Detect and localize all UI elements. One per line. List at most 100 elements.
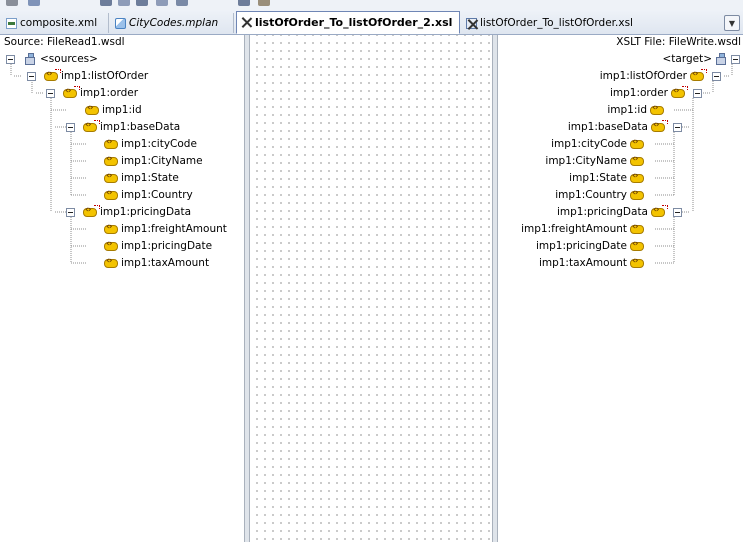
tree-node-pricingdata[interactable]: imp1:pricingData bbox=[554, 204, 682, 220]
source-tree-panel[interactable]: <sources> imp1:listOfOrder imp1:order im… bbox=[0, 50, 244, 542]
element-icon bbox=[630, 256, 644, 268]
tree-node-pricingdata[interactable]: imp1:pricingData bbox=[66, 204, 194, 220]
xsl-map-icon bbox=[241, 17, 252, 28]
tree-node-citycode[interactable]: imp1:cityCode bbox=[548, 136, 644, 152]
tab-label: listOfOrder_To_listOfOrder.xsl bbox=[480, 17, 633, 29]
tree-node-id[interactable]: imp1:id bbox=[604, 102, 664, 118]
tree-node-label: imp1:CityName bbox=[121, 155, 203, 167]
collapse-toggle[interactable] bbox=[66, 122, 75, 132]
editor-tab-bar: composite.xml CityCodes.mplan listOfOrde… bbox=[0, 10, 743, 35]
tree-node-taxamount[interactable]: imp1:taxAmount bbox=[104, 255, 212, 271]
element-icon bbox=[104, 239, 118, 251]
collapse-toggle[interactable] bbox=[66, 207, 75, 217]
tree-node-freightamount[interactable]: imp1:freightAmount bbox=[518, 221, 644, 237]
tab-label: composite.xml bbox=[20, 17, 98, 29]
tree-node-pricingdate[interactable]: imp1:pricingDate bbox=[533, 238, 644, 254]
toolbar-icon[interactable] bbox=[118, 0, 130, 6]
tree-node-label: imp1:CityName bbox=[545, 155, 627, 167]
tree-node-country[interactable]: imp1:Country bbox=[104, 187, 196, 203]
tree-node-listoforder[interactable]: imp1:listOfOrder bbox=[27, 68, 151, 84]
tab-label: CityCodes.mplan bbox=[129, 17, 219, 29]
tree-node-label: imp1:taxAmount bbox=[538, 257, 627, 269]
tree-node-label: imp1:baseData bbox=[100, 121, 181, 133]
sources-icon bbox=[24, 52, 37, 66]
mapping-canvas[interactable] bbox=[250, 35, 492, 542]
tree-node-state[interactable]: imp1:State bbox=[104, 170, 182, 186]
tree-node-citycode[interactable]: imp1:cityCode bbox=[104, 136, 200, 152]
toolbar-icon[interactable] bbox=[156, 0, 168, 6]
tree-node-label: imp1:pricingData bbox=[556, 206, 648, 218]
collapse-toggle[interactable] bbox=[731, 54, 740, 64]
tree-node-country[interactable]: imp1:Country bbox=[552, 187, 644, 203]
chevron-down-icon: ▼ bbox=[728, 18, 736, 28]
tree-node-label: imp1:id bbox=[607, 104, 647, 116]
toolbar-icon[interactable] bbox=[28, 0, 40, 6]
element-icon bbox=[83, 119, 100, 132]
tree-node-state[interactable]: imp1:State bbox=[566, 170, 644, 186]
tree-node-cityname[interactable]: imp1:CityName bbox=[104, 153, 206, 169]
tree-node-listoforder[interactable]: imp1:listOfOrder bbox=[597, 68, 721, 84]
toolbar-strip bbox=[0, 0, 743, 10]
collapse-toggle[interactable] bbox=[693, 88, 702, 98]
xsl-map-icon bbox=[466, 17, 477, 29]
tree-node-basedata[interactable]: imp1:baseData bbox=[66, 119, 183, 135]
tab-citycodes-mplan[interactable]: CityCodes.mplan bbox=[111, 13, 234, 33]
tree-node-sources[interactable]: <sources> bbox=[6, 51, 101, 67]
tree-node-label: imp1:listOfOrder bbox=[61, 70, 149, 82]
element-icon bbox=[63, 85, 80, 98]
tree-node-label: imp1:id bbox=[102, 104, 142, 116]
tab-listoforder-2-xsl[interactable]: listOfOrder_To_listOfOrder_2.xsl bbox=[236, 11, 460, 34]
tree-node-cityname[interactable]: imp1:CityName bbox=[542, 153, 644, 169]
collapse-toggle[interactable] bbox=[712, 71, 721, 81]
toolbar-icon[interactable] bbox=[100, 0, 112, 6]
toolbar-icon[interactable] bbox=[176, 0, 188, 6]
element-icon bbox=[630, 154, 644, 166]
tree-node-basedata[interactable]: imp1:baseData bbox=[565, 119, 682, 135]
toolbar-icon[interactable] bbox=[136, 0, 148, 6]
tree-node-freightamount[interactable]: imp1:freightAmount bbox=[104, 221, 230, 237]
tree-node-order[interactable]: imp1:order bbox=[607, 85, 702, 101]
tree-node-taxamount[interactable]: imp1:taxAmount bbox=[536, 255, 644, 271]
tree-node-target[interactable]: <target> bbox=[659, 51, 740, 67]
element-icon bbox=[630, 137, 644, 149]
tree-node-label: imp1:cityCode bbox=[551, 138, 627, 150]
element-icon bbox=[671, 85, 688, 98]
toolbar-icon[interactable] bbox=[6, 0, 18, 6]
element-icon bbox=[104, 188, 118, 200]
tree-node-order[interactable]: imp1:order bbox=[46, 85, 141, 101]
tree-node-label: imp1:Country bbox=[121, 189, 193, 201]
tab-list-dropdown-button[interactable]: ▼ bbox=[724, 15, 740, 31]
element-icon bbox=[85, 103, 99, 115]
tree-node-label: imp1:cityCode bbox=[121, 138, 197, 150]
element-icon bbox=[630, 239, 644, 251]
source-panel-header: Source: FileRead1.wsdl bbox=[4, 35, 125, 50]
collapse-toggle[interactable] bbox=[27, 71, 36, 81]
tree-node-id[interactable]: imp1:id bbox=[85, 102, 145, 118]
collapse-toggle[interactable] bbox=[673, 207, 682, 217]
element-icon bbox=[104, 222, 118, 234]
tree-node-label: <sources> bbox=[40, 53, 98, 65]
toolbar-icon[interactable] bbox=[238, 0, 250, 6]
target-tree-panel[interactable]: <target> imp1:listOfOrder imp1:order imp… bbox=[498, 50, 743, 542]
tree-node-label: imp1:pricingData bbox=[100, 206, 192, 218]
tree-node-label: imp1:pricingDate bbox=[121, 240, 213, 252]
tab-label: listOfOrder_To_listOfOrder_2.xsl bbox=[255, 16, 453, 29]
tab-listoforder-xsl[interactable]: listOfOrder_To_listOfOrder.xsl bbox=[462, 13, 642, 33]
collapse-toggle[interactable] bbox=[46, 88, 55, 98]
target-panel-header: XSLT File: FileWrite.wsdl bbox=[616, 35, 741, 50]
element-icon bbox=[630, 222, 644, 234]
element-icon bbox=[650, 103, 664, 115]
tree-node-label: imp1:freightAmount bbox=[521, 223, 627, 235]
element-icon bbox=[630, 188, 644, 200]
tree-node-label: <target> bbox=[662, 53, 712, 65]
element-icon bbox=[44, 68, 61, 81]
tab-composite-xml[interactable]: composite.xml bbox=[2, 13, 109, 33]
tree-node-label: imp1:baseData bbox=[567, 121, 648, 133]
tree-node-pricingdate[interactable]: imp1:pricingDate bbox=[104, 238, 215, 254]
tree-node-label: imp1:listOfOrder bbox=[599, 70, 687, 82]
collapse-toggle[interactable] bbox=[673, 122, 682, 132]
toolbar-icon[interactable] bbox=[258, 0, 270, 6]
collapse-toggle[interactable] bbox=[6, 54, 15, 64]
tree-node-label: imp1:taxAmount bbox=[121, 257, 210, 269]
tree-node-label: imp1:order bbox=[609, 87, 668, 99]
